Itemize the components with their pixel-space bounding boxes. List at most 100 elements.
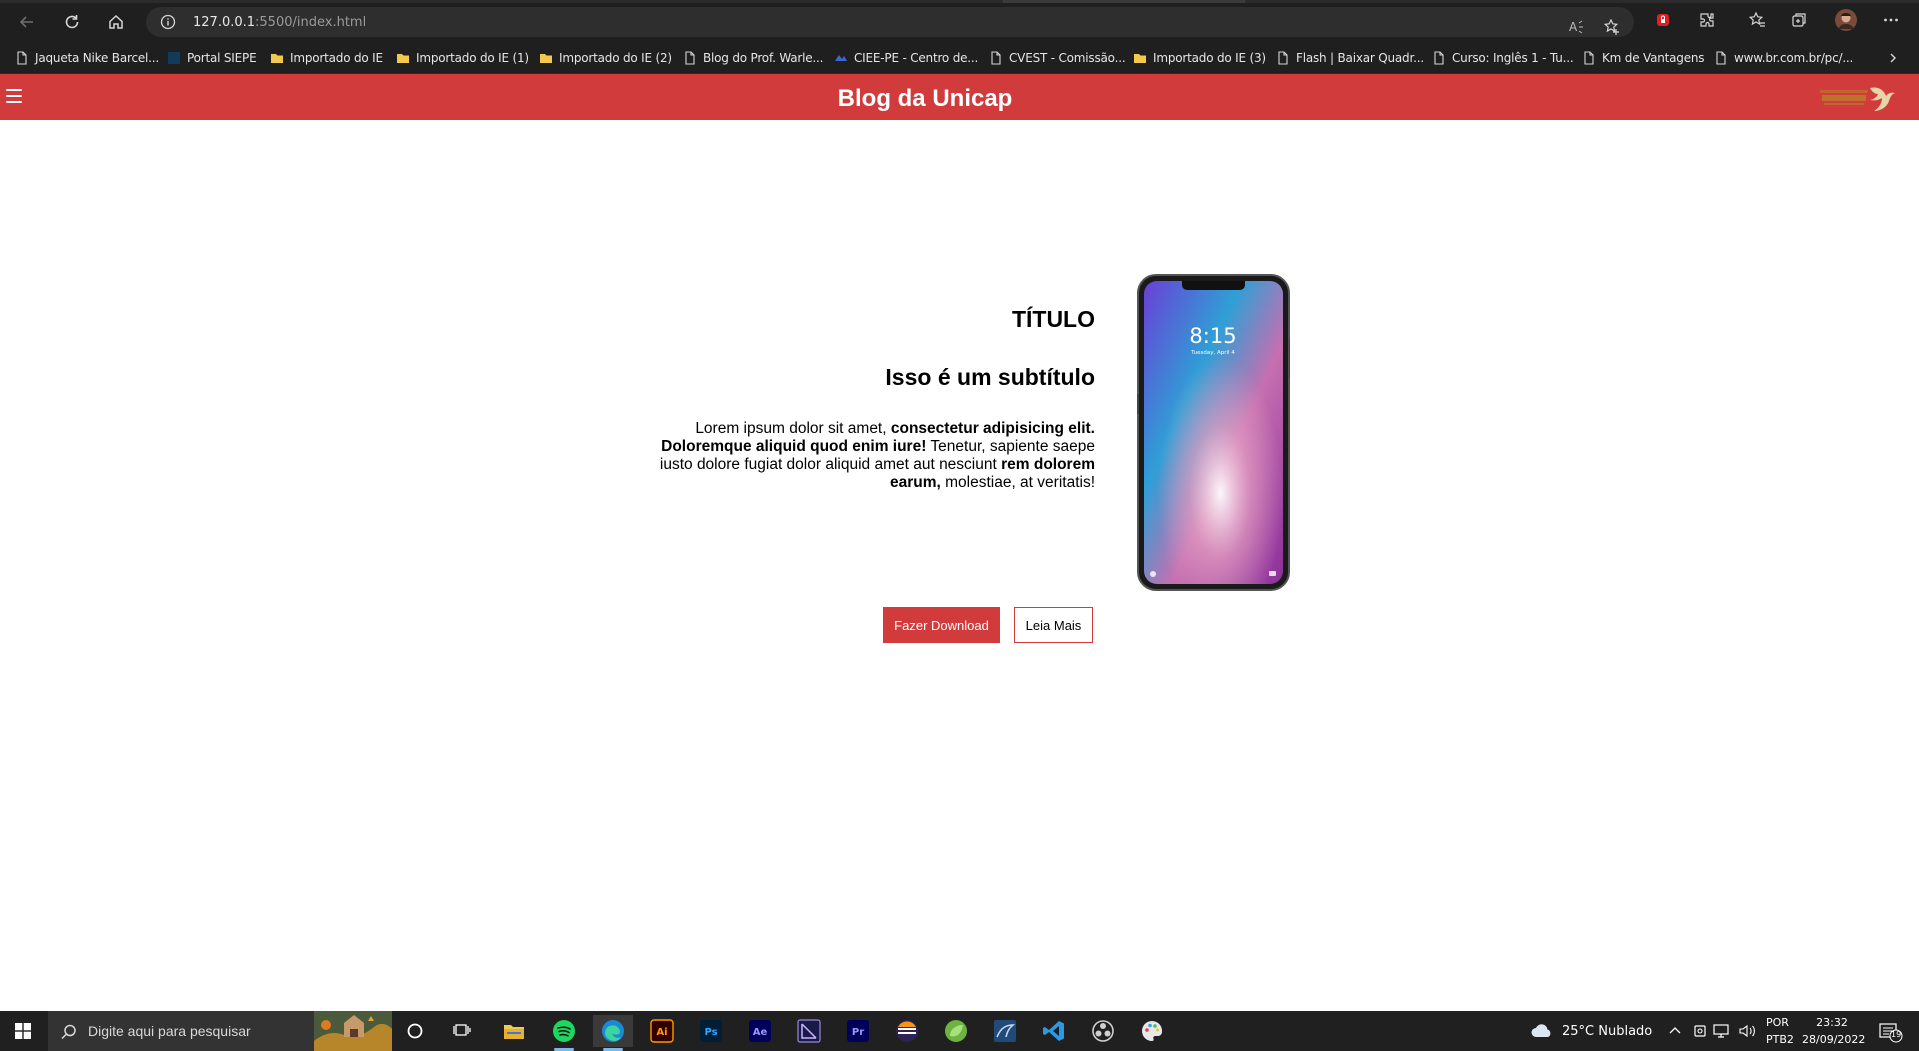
taskbar: Digite aqui para pesquisar Ai Ps Ae Pr 2… [0,1011,1919,1051]
search-icon [61,1024,76,1040]
profile-avatar-icon[interactable] [1833,7,1859,33]
bookmark-label: Blog do Prof. Warle... [703,51,824,65]
page-icon [1434,51,1444,65]
page-icon [991,51,1001,65]
svg-text:Ai: Ai [656,1027,667,1038]
bookmark-item[interactable]: Portal SIEPE [167,49,257,67]
edge-browser-icon[interactable] [593,1015,633,1051]
bookmark-item[interactable]: Importado do IE (2) [539,49,672,67]
home-icon[interactable] [103,9,129,35]
bookmarks-bar: Jaqueta Nike Barcel... Portal SIEPE Impo… [0,43,1919,74]
notifications-icon[interactable]: 19 [1878,1021,1904,1043]
spotify-icon[interactable] [544,1015,584,1051]
page-icon [17,51,27,65]
folder-icon [397,54,409,63]
site-header: Blog da Unicap [0,74,1919,120]
clock-date[interactable]: 28/09/2022 [1802,1033,1865,1046]
bookmark-label: Jaqueta Nike Barcel... [35,51,160,65]
clock-time[interactable]: 23:32 [1802,1016,1862,1029]
phone-image: 8:15 Tuesday, April 4 [1137,274,1291,591]
weather-text[interactable]: 25°C Nublado [1562,1024,1652,1039]
address-bar[interactable]: 127.0.0.1:5500/index.html A [146,7,1634,37]
back-icon[interactable] [14,9,40,35]
bookmark-item[interactable]: Importado do IE [270,49,383,67]
cortana-icon[interactable] [395,1015,435,1047]
meet-now-icon[interactable] [1693,1023,1707,1044]
collections-icon[interactable] [1788,9,1810,31]
spring-tools-icon[interactable] [936,1015,976,1047]
keyboard-layout[interactable]: PTB2 [1766,1033,1794,1046]
phone-date: Tuesday, April 4 [1190,350,1235,356]
active-tab[interactable] [1003,0,1245,3]
windows-start-icon[interactable] [0,1011,46,1051]
premiere-icon[interactable]: Pr [838,1015,878,1047]
keyboard-language[interactable]: POR [1766,1016,1789,1029]
body-text: Lorem ipsum dolor sit amet, [695,420,891,437]
url-path: :5500/index.html [255,15,367,30]
vscode-icon[interactable] [1034,1015,1074,1047]
reload-icon[interactable] [59,9,85,35]
bookmark-item[interactable]: www.br.com.br/pc/... [1714,49,1853,67]
download-button[interactable]: Fazer Download [883,607,1000,643]
svg-text:A: A [1569,20,1578,34]
bookmark-label: Importado do IE (1) [416,51,529,65]
bookmark-label: Importado do IE (2) [559,51,672,65]
obs-studio-icon[interactable] [1083,1015,1123,1047]
bookmark-label: Importado do IE (3) [1153,51,1266,65]
read-more-button[interactable]: Leia Mais [1014,607,1093,643]
mysql-workbench-icon[interactable] [985,1015,1025,1047]
url-host: 127.0.0.1 [193,15,256,30]
bookmark-item[interactable]: Importado do IE (3) [1133,49,1266,67]
page-icon [1278,51,1288,65]
page-icon [1584,51,1594,65]
bookmark-item[interactable]: Km de Vantagens [1582,49,1705,67]
favorites-icon[interactable] [1746,9,1768,31]
bookmark-item[interactable]: CIEE-PE - Centro de... [834,49,978,67]
file-explorer-icon[interactable] [494,1015,534,1047]
more-options-icon[interactable] [1880,9,1902,31]
bookmark-label: Km de Vantagens [1602,51,1705,65]
extensions-icon[interactable] [1696,9,1718,31]
notification-count: 19 [1891,1030,1902,1039]
network-icon[interactable] [1712,1023,1730,1044]
body-text: molestiae, at veritatis! [940,474,1095,491]
volume-icon[interactable] [1738,1023,1756,1044]
bookmark-item[interactable]: Importado do IE (1) [396,49,529,67]
site-icon [168,52,180,64]
bookmarks-overflow-icon[interactable] [1886,49,1900,67]
bookmark-item[interactable]: Curso: Inglês 1 - Tu... [1432,49,1574,67]
taskbar-search[interactable]: Digite aqui para pesquisar [48,1011,392,1051]
tray-overflow-chevron-icon[interactable] [1668,1024,1682,1043]
paint-app-icon[interactable] [1132,1015,1172,1047]
search-highlight-image [314,1011,392,1051]
illustrator-icon[interactable]: Ai [642,1015,682,1047]
hero-paragraph: Lorem ipsum dolor sit amet, consectetur … [640,420,1095,492]
bookmark-item[interactable]: CVEST - Comissão... [989,49,1126,67]
add-favorite-icon[interactable] [1601,16,1623,38]
site-info-icon[interactable] [160,14,176,30]
extension-red-icon[interactable] [1652,9,1674,31]
after-effects-icon[interactable]: Ae [740,1015,780,1047]
photoshop-icon[interactable]: Ps [691,1015,731,1047]
folder-icon [271,54,283,63]
unicap-logo [1818,80,1900,114]
bookmark-item[interactable]: Flash | Baixar Quadr... [1276,49,1424,67]
svg-text:Pr: Pr [852,1027,864,1038]
tab-strip [0,0,1919,3]
bookmark-label: Flash | Baixar Quadr... [1296,51,1424,65]
task-view-icon[interactable] [443,1015,483,1047]
visual-studio-icon[interactable] [789,1015,829,1047]
read-aloud-icon[interactable]: A [1566,16,1588,38]
weather-cloud-icon[interactable] [1530,1022,1554,1045]
svg-text:Ae: Ae [753,1027,768,1038]
bookmark-label: Importado do IE [290,51,383,65]
folder-icon [1134,54,1146,63]
search-placeholder: Digite aqui para pesquisar [88,1023,251,1039]
bookmark-item[interactable]: Blog do Prof. Warle... [683,49,823,67]
folder-icon [540,54,552,63]
eclipse-icon[interactable] [887,1015,927,1047]
bookmark-label: CVEST - Comissão... [1009,51,1126,65]
browser-toolbar: 127.0.0.1:5500/index.html A [0,0,1919,43]
page-icon [685,51,695,65]
bookmark-item[interactable]: Jaqueta Nike Barcel... [15,49,159,67]
